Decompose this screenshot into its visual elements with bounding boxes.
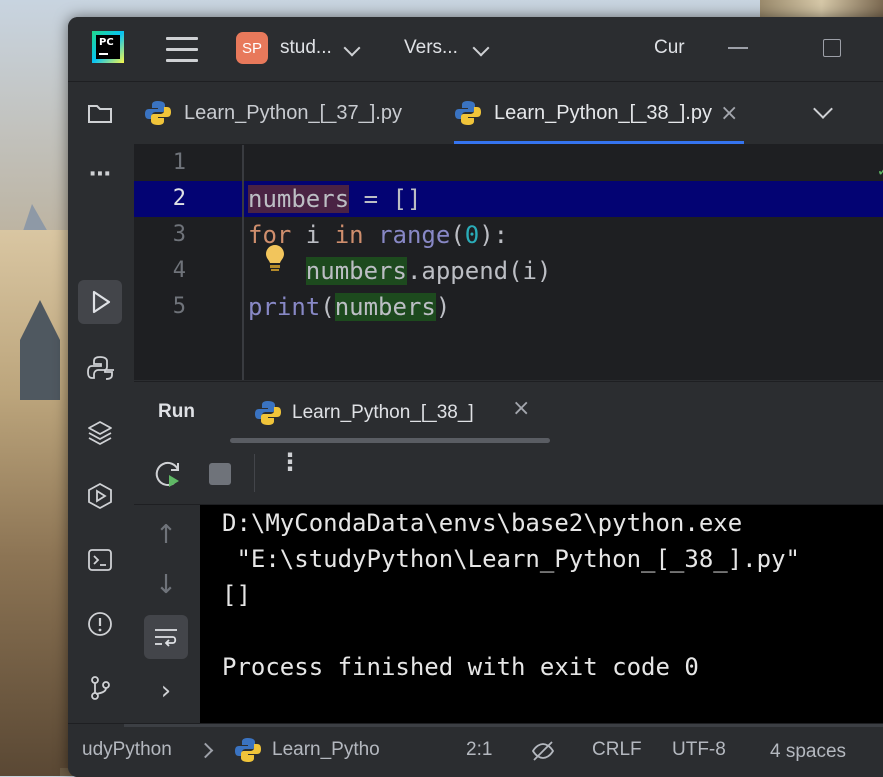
more-options-icon[interactable]: ⋮	[278, 450, 302, 474]
minimize-button[interactable]	[728, 47, 748, 49]
number-token: 0	[464, 221, 480, 249]
code-token: )	[435, 293, 451, 321]
scroll-down-icon[interactable]: ↓	[144, 563, 188, 607]
line-separator[interactable]: CRLF	[592, 739, 642, 761]
builtin-token: print	[248, 293, 321, 321]
code-line[interactable]: 4 numbers.append(i)	[134, 253, 883, 289]
line-number: 1	[172, 150, 186, 175]
line-number: 2	[172, 186, 186, 211]
line-number: 3	[172, 222, 186, 247]
run-panel-title: Run	[158, 401, 195, 422]
tab-label: Learn_Python_[_38_].py	[494, 101, 712, 124]
variable-token: numbers	[248, 185, 350, 213]
chevron-down-icon[interactable]	[472, 39, 490, 57]
maximize-button[interactable]	[823, 39, 841, 57]
project-badge[interactable]: SP	[236, 32, 268, 64]
indent-setting[interactable]: 4 spaces	[770, 741, 846, 763]
console-output[interactable]: D:\MyCondaData\envs\base2\python.exe "E:…	[200, 505, 883, 723]
console-line: "E:\studyPython\Learn_Python_[_38_].py"	[222, 545, 800, 573]
code-token: i	[291, 221, 335, 249]
status-bar: udyPython Learn_Pytho 2:1 CRLF UTF-8 4 s…	[68, 723, 883, 777]
code-token: (	[450, 221, 465, 249]
git-icon[interactable]	[78, 666, 122, 710]
tabs-dropdown-icon[interactable]	[813, 99, 833, 119]
console-side-toolbar: ↑ ↓ ›	[134, 505, 200, 723]
soft-wrap-icon[interactable]	[144, 615, 188, 659]
tool-window-strip: ⋯	[68, 82, 132, 737]
code-token: (	[320, 293, 335, 321]
code-token: = []	[349, 185, 422, 213]
breadcrumb-project[interactable]: udyPython	[82, 739, 172, 761]
run-panel-header: Run Learn_Python_[_38_] ×	[134, 381, 883, 444]
caret-position[interactable]: 2:1	[466, 739, 492, 761]
more-tools-icon[interactable]: ⋯	[78, 152, 122, 196]
builtin-token: range	[378, 221, 451, 249]
code-text: print(numbers)	[248, 293, 450, 321]
run-tab-scrollbar[interactable]	[230, 438, 550, 443]
code-text: numbers.append(i)	[248, 257, 551, 285]
code-token: .append(i)	[406, 257, 552, 285]
project-name[interactable]: stud...	[280, 37, 332, 59]
lightbulb-icon[interactable]	[264, 243, 286, 273]
stop-button[interactable]	[209, 463, 231, 485]
python-file-icon	[255, 401, 281, 425]
console-line: Process finished with exit code 0	[222, 653, 699, 681]
close-icon[interactable]: ×	[512, 396, 530, 421]
code-text: for i in range(0):	[248, 221, 508, 249]
code-line[interactable]: 5 print(numbers)	[134, 289, 883, 325]
close-icon[interactable]: ×	[720, 101, 738, 126]
tab-label: Learn_Python_[_37_].py	[184, 101, 402, 124]
python-console-icon[interactable]	[78, 346, 122, 390]
python-packages-icon[interactable]	[78, 410, 122, 454]
file-encoding[interactable]: UTF-8	[672, 739, 726, 761]
editor-tab-bar: Learn_Python_[_37_].py Learn_Python_[_38…	[134, 82, 883, 145]
run-tab[interactable]: Learn_Python_[_38_]	[254, 394, 474, 432]
run-config-selector[interactable]: Cur	[654, 37, 685, 59]
run-toolbar: ⋮	[134, 444, 883, 505]
logo-text: PC	[96, 35, 120, 59]
python-file-icon	[455, 101, 481, 125]
chevron-down-icon[interactable]	[343, 39, 361, 57]
code-line[interactable]: 1	[134, 145, 883, 181]
terminal-icon[interactable]	[78, 538, 122, 582]
python-file-icon	[235, 738, 261, 762]
breadcrumb-file[interactable]: Learn_Pytho	[272, 739, 380, 761]
project-folder-icon[interactable]	[78, 92, 122, 136]
variable-token: numbers	[334, 293, 436, 321]
code-line-current[interactable]: 2 numbers = []	[134, 181, 883, 217]
ide-window: PC SP stud... Vers... Cur ⋯ Learn_Python…	[68, 17, 883, 777]
code-line[interactable]: 3 for i in range(0):	[134, 217, 883, 253]
tab-learn-python-38[interactable]: Learn_Python_[_38_].py ×	[454, 82, 745, 144]
line-number: 4	[172, 258, 186, 283]
code-token: ):	[479, 221, 509, 249]
python-file-icon	[145, 101, 171, 125]
inspection-ok-icon[interactable]: ✓	[877, 161, 883, 180]
code-text: numbers = []	[248, 185, 421, 213]
main-menu-icon[interactable]	[166, 35, 198, 63]
chevron-right-icon[interactable]: ›	[144, 669, 188, 713]
code-editor[interactable]: 1 2 numbers = [] 3 for i in range(0): 4 …	[134, 145, 883, 380]
toolbar-separator	[254, 454, 255, 492]
console-line: D:\MyCondaData\envs\base2\python.exe	[222, 509, 743, 537]
line-number: 5	[172, 294, 186, 319]
read-only-toggle-icon[interactable]	[530, 738, 556, 764]
vcs-widget[interactable]: Vers...	[404, 37, 458, 59]
keyword-token: in	[334, 221, 364, 249]
horizontal-scrollbar[interactable]	[124, 724, 883, 727]
run-icon[interactable]	[78, 280, 122, 324]
gutter-separator	[242, 145, 244, 380]
scroll-up-icon[interactable]: ↑	[144, 513, 188, 557]
pycharm-logo-icon[interactable]: PC	[92, 31, 124, 63]
breadcrumb-separator-icon	[197, 742, 214, 759]
problems-icon[interactable]	[78, 602, 122, 646]
tab-learn-python-37[interactable]: Learn_Python_[_37_].py	[144, 82, 402, 144]
title-bar: PC SP stud... Vers... Cur	[68, 17, 883, 82]
run-tab-label: Learn_Python_[_38_]	[292, 402, 474, 423]
variable-token: numbers	[305, 257, 407, 285]
services-icon[interactable]	[78, 474, 122, 518]
rerun-icon[interactable]	[152, 458, 184, 490]
console-line: []	[222, 581, 251, 609]
